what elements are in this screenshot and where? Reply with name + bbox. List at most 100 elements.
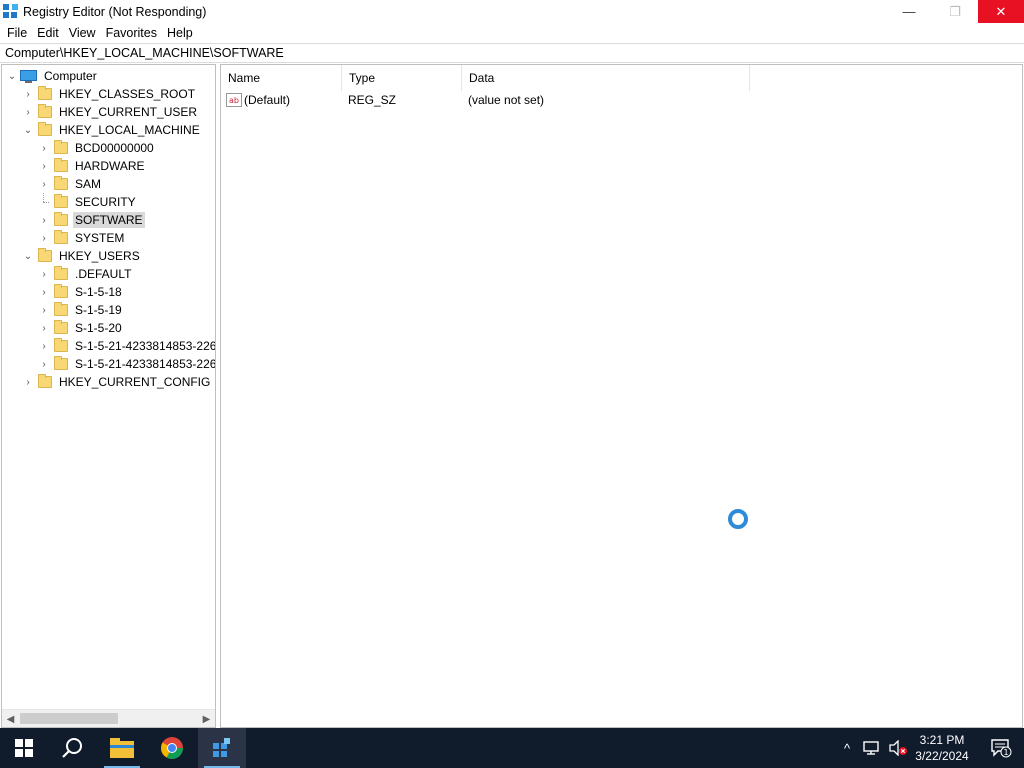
network-icon[interactable] [862,740,882,756]
tree-label: S-1-5-20 [75,321,122,335]
folder-icon [38,122,52,136]
search-icon [62,738,82,758]
column-header-data[interactable]: Data [462,65,750,91]
tree-label: Computer [44,69,97,83]
chrome-button[interactable] [148,728,196,768]
tree-label: SECURITY [75,195,136,209]
chevron-right-icon[interactable]: › [38,211,50,229]
tree-item-hkey-local-machine[interactable]: ⌄ HKEY_LOCAL_MACHINE [22,121,202,139]
notification-icon: 1 [991,739,1012,758]
folder-icon [54,320,68,334]
chevron-right-icon[interactable]: › [22,103,34,121]
folder-icon [38,374,52,388]
column-header-name[interactable]: Name [221,65,342,91]
maximize-button[interactable]: ❐ [932,0,978,23]
chevron-right-icon[interactable]: › [38,283,50,301]
notification-count: 1 [1003,748,1008,757]
address-bar[interactable]: Computer\HKEY_LOCAL_MACHINE\SOFTWARE [0,43,1024,63]
clock-date: 3/22/2024 [915,749,969,763]
tree-label: .DEFAULT [75,267,132,281]
chevron-right-icon[interactable]: › [22,85,34,103]
menu-view[interactable]: View [64,26,101,40]
chevron-up-icon[interactable]: ^ [838,741,856,756]
search-button[interactable] [48,728,96,768]
chevron-down-icon[interactable]: ⌄ [22,247,34,265]
tree-item-hardware[interactable]: › HARDWARE [38,157,147,175]
taskbar: ^ 3:21 PM 3/22/2024 1 [0,728,1024,768]
tree-item-s-1-5-21-a[interactable]: › S-1-5-21-4233814853-2264 [38,337,215,355]
menu-file[interactable]: File [2,26,32,40]
windows-logo-icon [15,739,33,757]
chevron-right-icon[interactable]: › [22,373,34,391]
chevron-right-icon[interactable]: › [38,337,50,355]
column-header-type[interactable]: Type [342,65,462,91]
chevron-down-icon[interactable]: ⌄ [22,121,34,139]
tree-label: SYSTEM [75,231,125,245]
tree-item-s-1-5-18[interactable]: › S-1-5-18 [38,283,124,301]
clock[interactable]: 3:21 PM 3/22/2024 [906,732,978,764]
window-controls: — ❐ ✕ [886,0,1024,23]
tree-item-security[interactable]: SECURITY [38,193,138,211]
start-button[interactable] [0,728,48,768]
system-tray: ^ [838,728,908,768]
list-item[interactable]: ab (Default) REG_SZ (value not set) [221,91,750,109]
tree-label: HKEY_CURRENT_USER [59,105,198,119]
values-list-pane[interactable]: Name Type Data ab (Default) REG_SZ (valu… [220,64,1023,728]
clock-time: 3:21 PM [919,733,965,747]
tree-item-s-1-5-21-b[interactable]: › S-1-5-21-4233814853-2264 [38,355,215,373]
tree-horizontal-scrollbar[interactable]: ◀ ▶ [2,709,215,727]
folder-icon [54,176,68,190]
tree-item-computer[interactable]: ⌄ Computer [6,67,99,85]
scrollbar-thumb[interactable] [20,713,118,724]
folder-icon [54,338,68,352]
file-explorer-button[interactable] [98,728,146,768]
tree-item-sam[interactable]: › SAM [38,175,103,193]
chevron-right-icon[interactable]: › [38,157,50,175]
chevron-right-icon[interactable]: › [38,355,50,373]
folder-icon [54,284,68,298]
action-center-button[interactable]: 1 [978,728,1024,768]
registry-editor-taskbar-button[interactable] [198,728,246,768]
address-path: Computer\HKEY_LOCAL_MACHINE\SOFTWARE [5,46,284,60]
folder-icon [38,86,52,100]
scroll-left-icon[interactable]: ◀ [2,710,19,727]
folder-icon [54,194,68,208]
chevron-down-icon[interactable]: ⌄ [6,67,18,85]
registry-tree: ⌄ Computer › HKEY_CLASSES_ROOT › HKEY_CU… [2,65,215,709]
tree-item-system[interactable]: › SYSTEM [38,229,126,247]
tree-item-hkey-current-config[interactable]: › HKEY_CURRENT_CONFIG [22,373,212,391]
folder-icon [54,212,68,226]
chevron-right-icon[interactable]: › [38,301,50,319]
tree-label: HKEY_USERS [59,249,140,263]
tree-pane[interactable]: ⌄ Computer › HKEY_CLASSES_ROOT › HKEY_CU… [1,64,216,728]
tree-label: HKEY_CURRENT_CONFIG [59,375,211,389]
minimize-button[interactable]: — [886,0,932,23]
chevron-right-icon[interactable]: › [38,229,50,247]
menu-help[interactable]: Help [162,26,198,40]
close-button[interactable]: ✕ [978,0,1024,23]
tree-item-hkey-current-user[interactable]: › HKEY_CURRENT_USER [22,103,199,121]
tree-item-s-1-5-19[interactable]: › S-1-5-19 [38,301,124,319]
chevron-right-icon[interactable]: › [38,265,50,283]
tree-item-bcd[interactable]: › BCD00000000 [38,139,156,157]
scroll-right-icon[interactable]: ▶ [198,710,215,727]
chevron-right-icon[interactable]: › [38,175,50,193]
tree-item-s-1-5-20[interactable]: › S-1-5-20 [38,319,124,337]
menu-favorites[interactable]: Favorites [101,26,162,40]
tree-label: S-1-5-18 [75,285,122,299]
tree-item-software[interactable]: › SOFTWARE [38,211,145,229]
tree-item-hkey-users[interactable]: ⌄ HKEY_USERS [22,247,142,265]
volume-muted-icon[interactable] [888,740,908,756]
tree-connector [38,193,50,211]
tree-label: S-1-5-21-4233814853-2264 [75,339,215,353]
title-bar: Registry Editor (Not Responding) — ❐ ✕ [0,0,1024,23]
computer-icon [20,69,37,83]
tree-label: S-1-5-21-4233814853-2264 [75,357,215,371]
chevron-right-icon[interactable]: › [38,139,50,157]
tree-item-default[interactable]: › .DEFAULT [38,265,133,283]
tree-item-hkey-classes-root[interactable]: › HKEY_CLASSES_ROOT [22,85,197,103]
menu-edit[interactable]: Edit [32,26,64,40]
folder-icon [54,302,68,316]
folder-icon [54,140,68,154]
chevron-right-icon[interactable]: › [38,319,50,337]
